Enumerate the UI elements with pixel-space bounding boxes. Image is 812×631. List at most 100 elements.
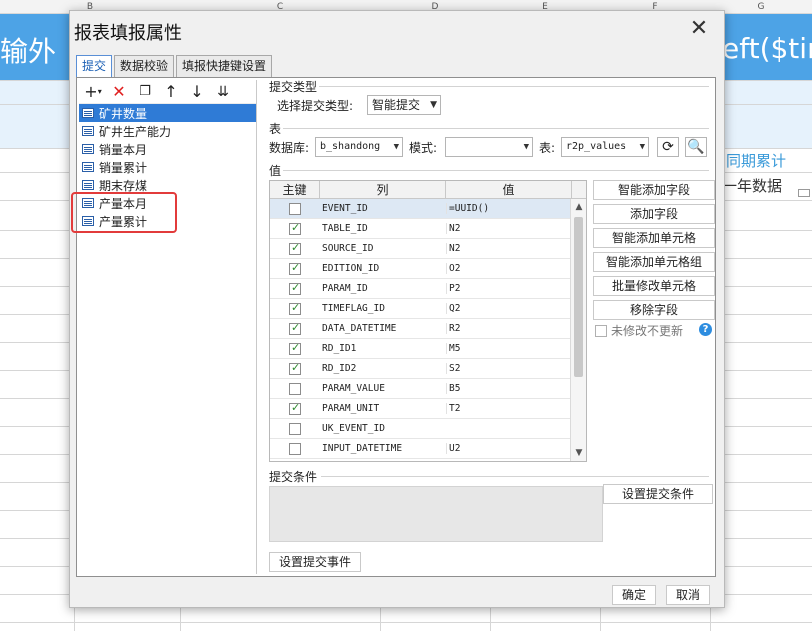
scroll-thumb[interactable] xyxy=(574,217,583,377)
value-cell[interactable]: T2 xyxy=(446,403,572,414)
remove-field-button[interactable]: 移除字段 xyxy=(593,300,715,320)
column-name-cell[interactable]: RD_ID2 xyxy=(320,363,446,374)
table-row[interactable]: RD_ID1M5 xyxy=(270,339,586,359)
move-down-icon[interactable]: ↓ xyxy=(187,82,207,102)
schema-select[interactable]: ▼ xyxy=(445,137,533,157)
tab-shortcut-settings[interactable]: 填报快捷键设置 xyxy=(176,55,273,77)
no-update-checkbox[interactable] xyxy=(595,324,607,337)
column-name-cell[interactable]: PARAM_UNIT xyxy=(320,403,446,414)
section-divider xyxy=(319,86,709,87)
set-submit-event-button[interactable]: 设置提交事件 xyxy=(269,552,361,572)
key-cell xyxy=(270,202,320,215)
column-header-g[interactable]: G xyxy=(710,0,812,14)
table-row[interactable]: SOURCE_IDN2 xyxy=(270,239,586,259)
value-cell[interactable]: M5 xyxy=(446,343,572,354)
refresh-icon[interactable]: ⟳ xyxy=(657,137,679,157)
smart-add-field-button[interactable]: 智能添加字段 xyxy=(593,180,715,200)
table-row[interactable]: EDITION_IDO2 xyxy=(270,259,586,279)
table-row[interactable]: RD_ID2S2 xyxy=(270,359,586,379)
submit-type-section-label: 提交类型 xyxy=(269,80,318,94)
scroll-up-icon[interactable]: ▲ xyxy=(571,199,586,215)
value-cell[interactable]: N2 xyxy=(446,243,572,254)
column-name-cell[interactable]: TABLE_ID xyxy=(320,223,446,234)
tree-item-sales-total[interactable]: 销量累计 xyxy=(79,158,256,176)
move-bottom-icon[interactable]: ⇊ xyxy=(213,82,233,102)
value-cell[interactable]: N2 xyxy=(446,223,572,234)
table-row[interactable]: DATA_DATETIMER2 xyxy=(270,319,586,339)
primary-key-checkbox[interactable] xyxy=(289,301,301,315)
column-name-cell[interactable]: RD_ID1 xyxy=(320,343,446,354)
submit-type-select[interactable]: 智能提交 ▼ xyxy=(367,95,441,115)
column-name-cell[interactable]: INPUT_DATETIME xyxy=(320,443,446,454)
table-scrollbar[interactable]: ▲ ▼ xyxy=(570,199,586,461)
value-cell[interactable]: B5 xyxy=(446,383,572,394)
value-cell[interactable]: O2 xyxy=(446,263,572,274)
primary-key-checkbox[interactable] xyxy=(289,241,301,255)
add-icon[interactable]: + ▾ xyxy=(83,82,103,102)
table-header-row: 主键 列 值 xyxy=(270,181,586,199)
primary-key-checkbox[interactable] xyxy=(289,382,301,395)
primary-key-checkbox[interactable] xyxy=(289,422,301,435)
value-cell[interactable]: P2 xyxy=(446,283,572,294)
cell-year-data[interactable]: 一年数据 xyxy=(722,175,782,196)
batch-modify-cells-button[interactable]: 批量修改单元格 xyxy=(593,276,715,296)
submit-condition-area[interactable] xyxy=(269,486,603,542)
column-name-cell[interactable]: PARAM_ID xyxy=(320,283,446,294)
column-name-cell[interactable]: TIMEFLAG_ID xyxy=(320,303,446,314)
key-column-header[interactable]: 主键 xyxy=(270,181,320,198)
tab-submit[interactable]: 提交 xyxy=(76,55,113,77)
tree-item-mine-capacity[interactable]: 矿井生产能力 xyxy=(79,122,256,140)
table-row[interactable]: PARAM_UNITT2 xyxy=(270,399,586,419)
database-select[interactable]: b_shandong ▼ xyxy=(315,137,403,157)
primary-key-checkbox[interactable] xyxy=(289,321,301,335)
table-row[interactable]: INPUT_DATETIME U2 xyxy=(270,439,586,459)
copy-icon[interactable]: ❐ xyxy=(135,82,155,102)
add-field-button[interactable]: 添加字段 xyxy=(593,204,715,224)
table-row[interactable]: EVENT_ID =UUID() xyxy=(270,199,586,219)
no-update-if-unmodified[interactable]: 未修改不更新 xyxy=(595,322,683,339)
ok-button[interactable]: 确定 xyxy=(612,585,656,605)
primary-key-checkbox[interactable] xyxy=(289,281,301,295)
primary-key-checkbox[interactable] xyxy=(289,202,301,215)
column-name-cell[interactable]: DATA_DATETIME xyxy=(320,323,446,334)
tree-item-sales-month[interactable]: 销量本月 xyxy=(79,140,256,158)
column-name-cell[interactable]: EVENT_ID xyxy=(320,203,446,214)
column-name-cell[interactable]: UK_EVENT_ID xyxy=(320,423,446,434)
table-preview-icon[interactable]: 🔍 xyxy=(685,137,707,157)
primary-key-checkbox[interactable] xyxy=(289,442,301,455)
value-cell[interactable]: U2 xyxy=(446,443,572,454)
smart-add-cell-button[interactable]: 智能添加单元格 xyxy=(593,228,715,248)
table-row[interactable]: PARAM_IDP2 xyxy=(270,279,586,299)
delete-icon[interactable]: ✕ xyxy=(109,82,129,102)
value-column-header[interactable]: 值 xyxy=(446,181,572,198)
column-name-cell[interactable]: EDITION_ID xyxy=(320,263,446,274)
value-cell[interactable]: Q2 xyxy=(446,303,572,314)
primary-key-checkbox[interactable] xyxy=(289,261,301,275)
tree-item-label: 矿井数量 xyxy=(99,106,148,121)
tree-item-mine-count[interactable]: 矿井数量 xyxy=(79,104,256,122)
table-row[interactable]: UK_EVENT_ID xyxy=(270,419,586,439)
primary-key-checkbox[interactable] xyxy=(289,401,301,415)
value-cell[interactable]: R2 xyxy=(446,323,572,334)
column-column-header[interactable]: 列 xyxy=(320,181,446,198)
close-icon[interactable]: ✕ xyxy=(688,18,710,40)
move-up-icon[interactable]: ↑ xyxy=(161,82,181,102)
help-icon[interactable]: ? xyxy=(699,323,712,336)
smart-add-cell-group-button[interactable]: 智能添加单元格组 xyxy=(593,252,715,272)
scroll-down-icon[interactable]: ▼ xyxy=(571,445,586,461)
primary-key-checkbox[interactable] xyxy=(289,341,301,355)
cell-same-period-total[interactable]: 同期累计 xyxy=(726,150,786,171)
tab-data-validation[interactable]: 数据校验 xyxy=(114,55,175,77)
cancel-button[interactable]: 取消 xyxy=(666,585,710,605)
column-name-cell[interactable]: PARAM_VALUE xyxy=(320,383,446,394)
column-name-cell[interactable]: SOURCE_ID xyxy=(320,243,446,254)
primary-key-checkbox[interactable] xyxy=(289,221,301,235)
table-row[interactable]: PARAM_VALUE B5 xyxy=(270,379,586,399)
table-row[interactable]: TABLE_IDN2 xyxy=(270,219,586,239)
table-select[interactable]: r2p_values ▼ xyxy=(561,137,649,157)
set-submit-condition-button[interactable]: 设置提交条件 xyxy=(603,484,713,504)
value-cell[interactable]: =UUID() xyxy=(446,203,572,214)
value-cell[interactable]: S2 xyxy=(446,363,572,374)
primary-key-checkbox[interactable] xyxy=(289,361,301,375)
table-row[interactable]: TIMEFLAG_IDQ2 xyxy=(270,299,586,319)
